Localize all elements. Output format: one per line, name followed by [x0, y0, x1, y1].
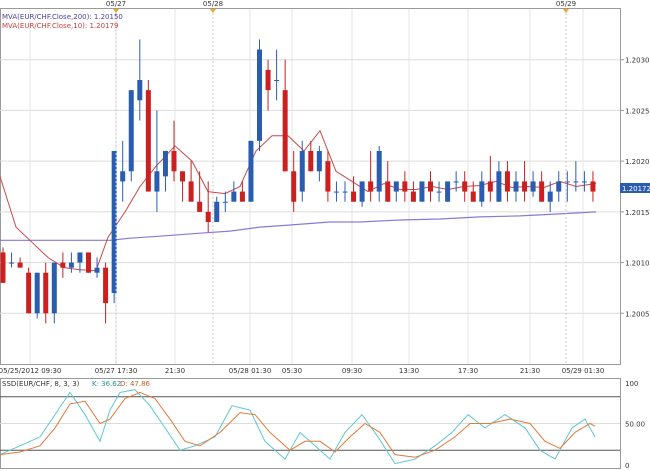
candle-down [462, 181, 468, 192]
chart-svg: 1.2005 1.2010 1.2015 1.2020 1.2025 1.2030 05/… [0, 0, 650, 470]
candle-up [94, 267, 100, 273]
legend-ma10: MVA(EUR/CHF.Close,10): 1.20179 [2, 22, 118, 30]
candle-down [385, 181, 391, 202]
candle-down [17, 262, 23, 268]
candle-up [479, 181, 485, 202]
candle-down [197, 201, 203, 212]
candle-up [547, 191, 553, 202]
y-tick-label: 1.2005 [625, 310, 650, 318]
candle-down [402, 181, 408, 192]
candle-up [299, 151, 305, 192]
candle-down [487, 181, 493, 192]
candle-up [581, 181, 587, 183]
y-tick-label: 1.2015 [625, 209, 650, 217]
candle-up [274, 80, 280, 81]
candle-down [325, 161, 331, 192]
osc-legend-k: K: 36.62 [92, 380, 121, 388]
legend-ma200: MVA(EUR/CHF.Close,200): 1.20150 [2, 13, 123, 21]
candle-down [522, 181, 528, 192]
candle-down [351, 191, 357, 202]
candle-up [128, 90, 134, 172]
x-tick-label: 05/27 17:30 [95, 367, 138, 375]
candle-down [504, 171, 510, 192]
candle-down [291, 171, 297, 202]
candle-up [453, 181, 459, 183]
x-tick-label: 13:30 [399, 367, 419, 375]
x-tick-label: 09:30 [342, 367, 362, 375]
candle-up [496, 171, 502, 202]
candle-up [248, 140, 254, 202]
oscillator-axis: 0 50.00 100 [625, 380, 645, 470]
candle-up [68, 262, 74, 268]
candle-up [419, 181, 425, 202]
candle-up [436, 191, 442, 193]
x-tick-label: 05:30 [282, 367, 302, 375]
candle-down [103, 267, 109, 304]
osc-legend-d: D: 47.86 [120, 380, 151, 388]
candle-down [43, 272, 49, 314]
date-marker-label: 05/29 [556, 0, 576, 8]
candle-down [308, 151, 314, 172]
candle-up [162, 151, 168, 177]
candle-up [556, 181, 562, 192]
x-tick-label: 17:30 [458, 367, 478, 375]
candle-up [77, 252, 83, 263]
candle-down [86, 252, 91, 273]
candle-down [26, 272, 32, 314]
candle-up [154, 171, 160, 192]
osc-y-tick-label: 0 [625, 462, 629, 470]
candle-up [34, 272, 40, 314]
x-tick-label: 21:30 [520, 367, 540, 375]
candle-up [342, 191, 348, 193]
x-tick-label: 05/28 01:30 [229, 367, 272, 375]
y-tick-label: 1.2020 [625, 158, 650, 166]
candle-up [9, 262, 15, 264]
candle-down [0, 252, 6, 283]
x-tick-label: 05/25/2012 09:30 [0, 367, 61, 375]
candle-up [316, 151, 322, 172]
candle-down [60, 262, 66, 268]
candle-up [51, 262, 57, 314]
candle-up [231, 191, 237, 202]
candle-down [590, 181, 596, 192]
candle-down [410, 191, 416, 202]
candle-down [171, 151, 177, 172]
x-tick-label: 21:30 [165, 367, 185, 375]
candle-down [180, 171, 186, 182]
candle-up [376, 151, 382, 192]
osc-y-tick-label: 50.00 [625, 421, 645, 429]
candle-up [222, 201, 228, 203]
candle-up [530, 181, 536, 192]
time-axis: 05/25/2012 09:30 05/27 17:30 21:30 05/28 01… [0, 367, 604, 375]
candle-up [445, 181, 451, 202]
candle-up [214, 201, 220, 222]
candle-down [368, 181, 374, 192]
last-price-label: 1.20172 [622, 185, 650, 193]
candle-up [359, 181, 365, 202]
candle-up [393, 181, 399, 192]
candle-down [188, 181, 194, 202]
candle-down [539, 181, 545, 202]
candle-up [257, 49, 262, 141]
candle-up [120, 171, 126, 182]
osc-legend-title: SSD(EUR/CHF, 8, 3, 3) [2, 380, 80, 388]
y-tick-label: 1.2010 [625, 260, 650, 268]
y-tick-label: 1.2030 [625, 57, 650, 65]
candle-up [333, 191, 339, 193]
date-marker-label: 05/27 [106, 0, 126, 8]
x-tick-label: 05/29 01:30 [562, 367, 605, 375]
y-tick-label: 1.2025 [625, 107, 650, 115]
candle-down [265, 69, 271, 91]
candle-up [573, 181, 579, 183]
candle-up [513, 181, 519, 192]
candle-down [145, 90, 151, 192]
candle-down [428, 181, 433, 192]
candle-up [137, 80, 143, 101]
candle-down [239, 191, 245, 202]
osc-y-tick-label: 100 [625, 380, 638, 388]
candle-down [282, 90, 288, 172]
date-marker-label: 05/28 [203, 0, 223, 8]
candle-down [470, 191, 476, 202]
candle-down [205, 211, 211, 222]
